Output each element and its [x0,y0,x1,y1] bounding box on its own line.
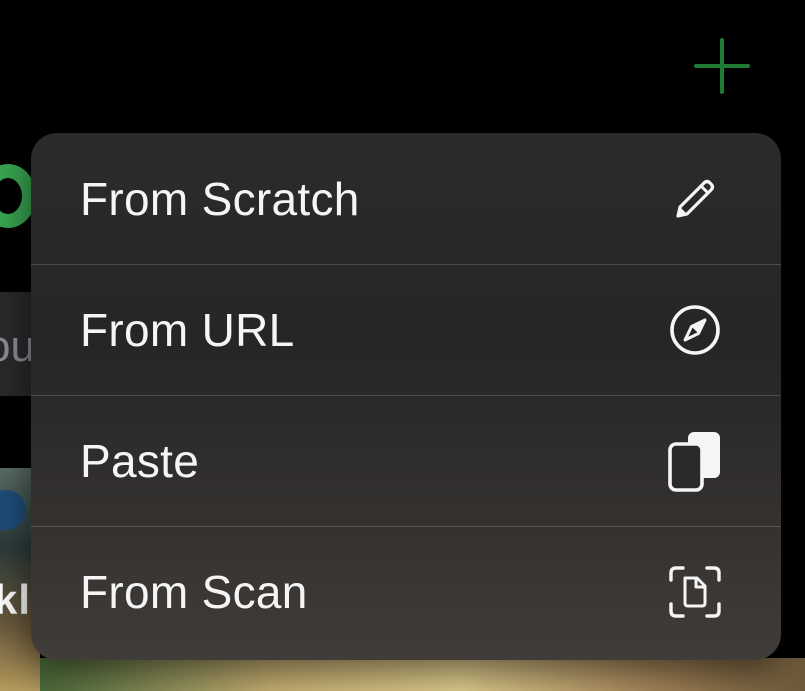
menu-item-from-url[interactable]: From URL [31,264,781,395]
menu-item-from-scan[interactable]: From Scan [31,526,781,657]
recipe-card-title-fragment: kl [0,576,32,623]
menu-item-label: From Scratch [80,172,360,225]
pencil-icon [667,171,723,227]
add-button[interactable] [692,36,752,96]
screen: ou kl From Scratch From URL [0,0,805,691]
card-badge [0,490,26,530]
menu-item-label: Paste [80,435,200,487]
menu-item-label: From URL [80,304,295,356]
clipboard-icon [667,432,723,492]
menu-item-label: From Scan [80,566,308,618]
search-placeholder-fragment: ou [0,322,35,371]
plus-icon [694,38,750,94]
compass-icon [667,302,723,358]
menu-item-paste[interactable]: Paste [31,395,781,526]
add-recipe-menu: From Scratch From URL Paste From Scan [31,133,781,660]
recipe-image-fragment [40,658,805,691]
menu-item-from-scratch[interactable]: From Scratch [31,133,781,264]
document-scan-icon [667,564,723,620]
